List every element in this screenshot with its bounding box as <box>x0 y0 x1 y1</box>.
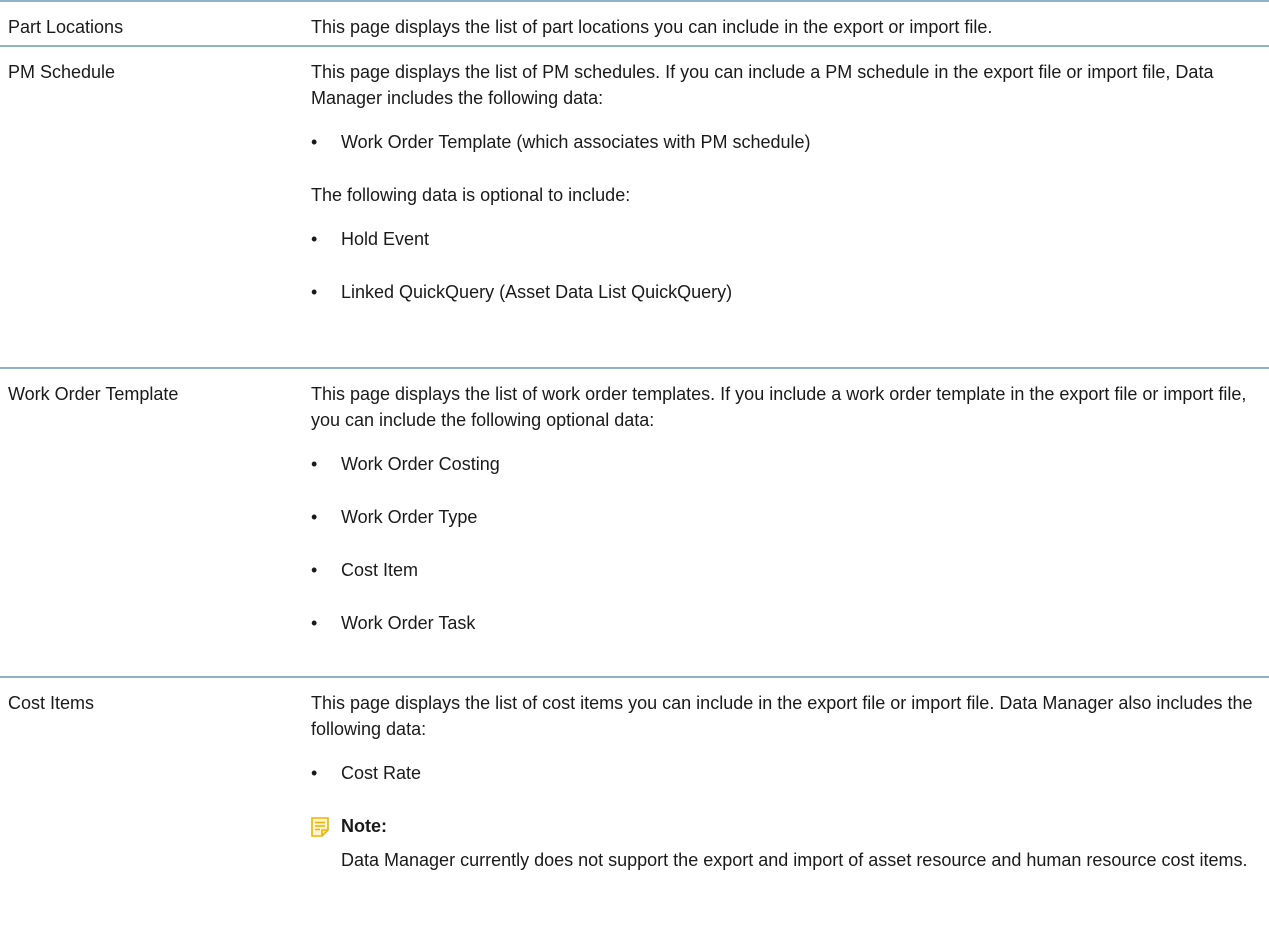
list-item-text: Work Order Task <box>341 613 476 633</box>
included-data-list: • Cost Rate <box>311 760 1256 786</box>
note-icon <box>311 817 329 837</box>
list-item: • Work Order Type <box>311 504 1256 530</box>
description-text: This page displays the list of work orde… <box>311 384 1247 430</box>
description-text: This page displays the list of part loca… <box>311 17 993 37</box>
list-item: • Linked QuickQuery (Asset Data List Quic… <box>311 279 1256 305</box>
optional-data-list: • Work Order Costing • Work Order Type • Co… <box>311 451 1256 636</box>
list-item: • Work Order Task <box>311 610 1256 636</box>
bullet-icon: • <box>311 132 318 152</box>
document-table: Part Locations This page displays the li… <box>0 0 1269 948</box>
row-label: Work Order Template <box>8 384 179 404</box>
row-label: Part Locations <box>8 17 124 37</box>
note-title: Note: <box>341 816 387 836</box>
table-row: Cost Items This page displays the list o… <box>0 676 1269 948</box>
row-label: PM Schedule <box>8 62 116 82</box>
list-item-text: Hold Event <box>341 229 430 249</box>
optional-intro-text: The following data is optional to includ… <box>311 185 631 205</box>
optional-data-list: • Hold Event • Linked QuickQuery (Asset Da… <box>311 226 1256 305</box>
included-data-list: • Work Order Template (which associates w… <box>311 129 1256 155</box>
list-item: • Work Order Costing <box>311 451 1256 477</box>
description-text: This page displays the list of cost item… <box>311 693 1253 739</box>
list-item-text: Work Order Costing <box>341 454 500 474</box>
list-item: • Hold Event <box>311 226 1256 252</box>
bullet-icon: • <box>311 229 318 249</box>
bullet-icon: • <box>311 282 318 302</box>
bullet-icon: • <box>311 507 318 527</box>
bullet-icon: • <box>311 560 318 580</box>
list-item-text: Linked QuickQuery (Asset Data List Quick… <box>341 282 733 302</box>
list-item-text: Cost Rate <box>341 763 422 783</box>
list-item: • Cost Rate <box>311 760 1256 786</box>
table-row: PM Schedule This page displays the list … <box>0 45 1269 367</box>
list-item: • Work Order Template (which associates w… <box>311 129 1256 155</box>
bullet-icon: • <box>311 454 318 474</box>
list-item: • Cost Item <box>311 557 1256 583</box>
list-item-text: Work Order Type <box>341 507 478 527</box>
list-item-text: Cost Item <box>341 560 419 580</box>
row-description: This page displays the list of PM schedu… <box>311 47 1256 305</box>
row-label: Cost Items <box>8 693 95 713</box>
bullet-icon: • <box>311 763 318 783</box>
bullet-icon: • <box>311 613 318 633</box>
list-item-text: Work Order Template (which associates wi… <box>341 132 811 152</box>
row-description: This page displays the list of work orde… <box>311 369 1256 636</box>
row-description: This page displays the list of cost item… <box>311 678 1256 873</box>
table-row: Part Locations This page displays the li… <box>0 0 1269 45</box>
table-row: Work Order Template This page displays t… <box>0 367 1269 676</box>
row-description: This page displays the list of part loca… <box>311 2 1256 40</box>
note-callout: Note: Data Manager currently does not su… <box>311 813 1256 873</box>
description-text: This page displays the list of PM schedu… <box>311 62 1214 108</box>
note-text: Data Manager currently does not support … <box>341 850 1248 870</box>
